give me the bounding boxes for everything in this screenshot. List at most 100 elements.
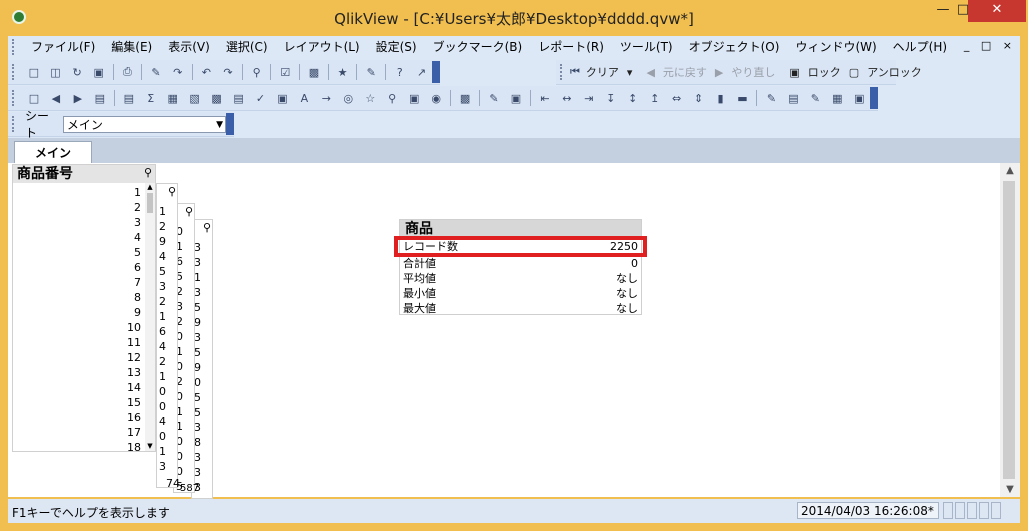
scroll-up-icon[interactable]: ▲ xyxy=(145,183,155,191)
back-icon[interactable]: ◀ xyxy=(646,66,654,79)
scroll-thumb[interactable] xyxy=(1003,181,1015,479)
edit-script-icon[interactable]: ✎ xyxy=(147,63,165,81)
toolbar-overflow-icon[interactable] xyxy=(870,87,879,109)
align-tool-icon[interactable]: ▣ xyxy=(507,89,525,107)
unlock-icon[interactable]: ▢ xyxy=(849,66,859,79)
list-item[interactable]: 1 xyxy=(159,309,166,324)
menu-help[interactable]: ヘルプ(H) xyxy=(885,36,955,58)
text-object-icon[interactable]: A xyxy=(295,89,313,107)
new-file-icon[interactable]: □ xyxy=(25,63,43,81)
current-selections-icon[interactable]: ✓ xyxy=(252,89,270,107)
close-icon[interactable]: ✕ xyxy=(968,0,1026,22)
scroll-up-icon[interactable]: ▲ xyxy=(1000,165,1020,176)
clear-button[interactable]: クリア xyxy=(586,64,619,80)
sheet-properties-icon[interactable]: ▤ xyxy=(91,89,109,107)
list-item[interactable]: 18 xyxy=(13,440,141,451)
list-item[interactable]: 2 xyxy=(159,354,166,369)
undo-icon[interactable]: ↶ xyxy=(197,63,215,81)
menu-file[interactable]: ファイル(F) xyxy=(23,36,103,58)
align-middle-icon[interactable]: ↕ xyxy=(624,89,642,107)
print-icon[interactable]: ⎙ xyxy=(119,63,137,81)
title-bar[interactable]: QlikView - [C:¥Users¥太郎¥Desktop¥dddd.qvw… xyxy=(0,0,1028,36)
listbox-icon[interactable]: ▤ xyxy=(120,89,138,107)
list-item[interactable]: 5 xyxy=(194,345,201,360)
mdi-window-controls[interactable]: _ □ × xyxy=(964,39,1016,52)
menu-view[interactable]: 表示(V) xyxy=(160,36,218,58)
document-settings-icon[interactable]: ▣ xyxy=(850,89,868,107)
chevron-down-icon[interactable]: ▼ xyxy=(216,117,223,134)
stat-row-min[interactable]: 最小値 なし xyxy=(400,286,641,301)
list-item[interactable]: 3 xyxy=(194,285,201,300)
align-center-icon[interactable]: ↔ xyxy=(558,89,576,107)
list-item[interactable]: 16 xyxy=(13,410,141,425)
list-item[interactable]: 5 xyxy=(13,245,141,260)
list-item[interactable]: 4 xyxy=(159,414,166,429)
sheet-select[interactable]: メイン ▼ xyxy=(62,115,227,134)
list-item[interactable]: 13 xyxy=(13,365,141,380)
space-horizontal-icon[interactable]: ⇔ xyxy=(668,89,686,107)
forward-button[interactable]: やり直し xyxy=(731,64,775,80)
toolbar-overflow-icon[interactable] xyxy=(226,113,234,135)
list-item[interactable]: 3 xyxy=(159,459,166,474)
grip-icon[interactable] xyxy=(12,64,17,80)
new-sheet-icon[interactable]: □ xyxy=(25,89,43,107)
open-folder-icon[interactable]: ◫ xyxy=(47,63,65,81)
reload-icon[interactable]: ↻ xyxy=(68,63,86,81)
list-item[interactable]: 4 xyxy=(159,339,166,354)
forward-icon[interactable]: ▶ xyxy=(715,66,723,79)
list-item[interactable]: 15 xyxy=(13,395,141,410)
tab-main[interactable]: メイン xyxy=(14,141,92,163)
list-item[interactable]: 0 xyxy=(159,399,166,414)
list-item[interactable]: 4 xyxy=(159,249,166,264)
statistics-box[interactable]: 商品 レコード数 2250 合計値 0 平均値 なし 最小値 なし 最大値 なし xyxy=(394,219,647,315)
menu-edit[interactable]: 編集(E) xyxy=(103,36,160,58)
adjust-left-icon[interactable]: ▮ xyxy=(712,89,730,107)
list-item[interactable]: 10 xyxy=(13,320,141,335)
menu-reports[interactable]: レポート(R) xyxy=(530,36,612,58)
list-item[interactable]: 2 xyxy=(159,219,166,234)
list-item[interactable]: 6 xyxy=(159,324,166,339)
list-item[interactable]: 4 xyxy=(13,230,141,245)
demote-sheet-icon[interactable]: ▶ xyxy=(69,89,87,107)
list-item[interactable]: 0 xyxy=(159,429,166,444)
star-icon[interactable]: ★ xyxy=(334,63,352,81)
list-item[interactable]: 5 xyxy=(194,300,201,315)
statistics-box-icon[interactable]: Σ xyxy=(142,89,160,107)
reload-script-icon[interactable]: ↷ xyxy=(169,63,187,81)
list-item[interactable]: 1 xyxy=(13,185,141,200)
statbox-caption[interactable]: 商品 xyxy=(400,220,641,237)
input-box-icon[interactable]: ▤ xyxy=(230,89,248,107)
listbox-stacked-2[interactable]: ⚲ 129453216421004013 xyxy=(156,183,178,488)
list-item[interactable]: 5 xyxy=(194,405,201,420)
list-item[interactable]: 1 xyxy=(159,444,166,459)
menu-selections[interactable]: 選択(C) xyxy=(218,36,276,58)
list-item[interactable]: 1 xyxy=(194,270,201,285)
grip-icon[interactable] xyxy=(12,116,17,132)
list-item[interactable]: 2 xyxy=(13,200,141,215)
table-box-icon[interactable]: ▦ xyxy=(164,89,182,107)
menu-bookmarks[interactable]: ブックマーク(B) xyxy=(425,36,531,58)
search-icon[interactable]: ⚲ xyxy=(168,185,176,198)
list-item[interactable]: 9 xyxy=(194,360,201,375)
menu-window[interactable]: ウィンドウ(W) xyxy=(787,36,884,58)
list-item[interactable]: 6 xyxy=(13,260,141,275)
toolbar-overflow-icon[interactable] xyxy=(432,61,441,83)
list-item[interactable]: 3 xyxy=(159,279,166,294)
unlock-button[interactable]: アンロック xyxy=(867,64,922,80)
checkbox-icon[interactable]: ☑ xyxy=(276,63,294,81)
pencil-icon[interactable]: ✎ xyxy=(362,63,380,81)
chart-wizard-icon[interactable]: ▩ xyxy=(456,89,474,107)
context-help-icon[interactable]: ↗ xyxy=(413,63,431,81)
list-item[interactable]: 8 xyxy=(13,290,141,305)
clear-dropdown-icon[interactable]: ▾ xyxy=(627,66,633,79)
list-item[interactable]: 8 xyxy=(194,435,201,450)
adjust-top-icon[interactable]: ▬ xyxy=(734,89,752,107)
align-left-icon[interactable]: ⇤ xyxy=(536,89,554,107)
list-item[interactable]: 3 xyxy=(194,465,201,480)
multibox-icon[interactable]: ▧ xyxy=(186,89,204,107)
lock-button[interactable]: ロック xyxy=(808,64,841,80)
button-object-icon[interactable]: ▣ xyxy=(273,89,291,107)
container-icon[interactable]: ▣ xyxy=(405,89,423,107)
bookmark-object-icon[interactable]: ☆ xyxy=(361,89,379,107)
list-item[interactable]: 9 xyxy=(13,305,141,320)
